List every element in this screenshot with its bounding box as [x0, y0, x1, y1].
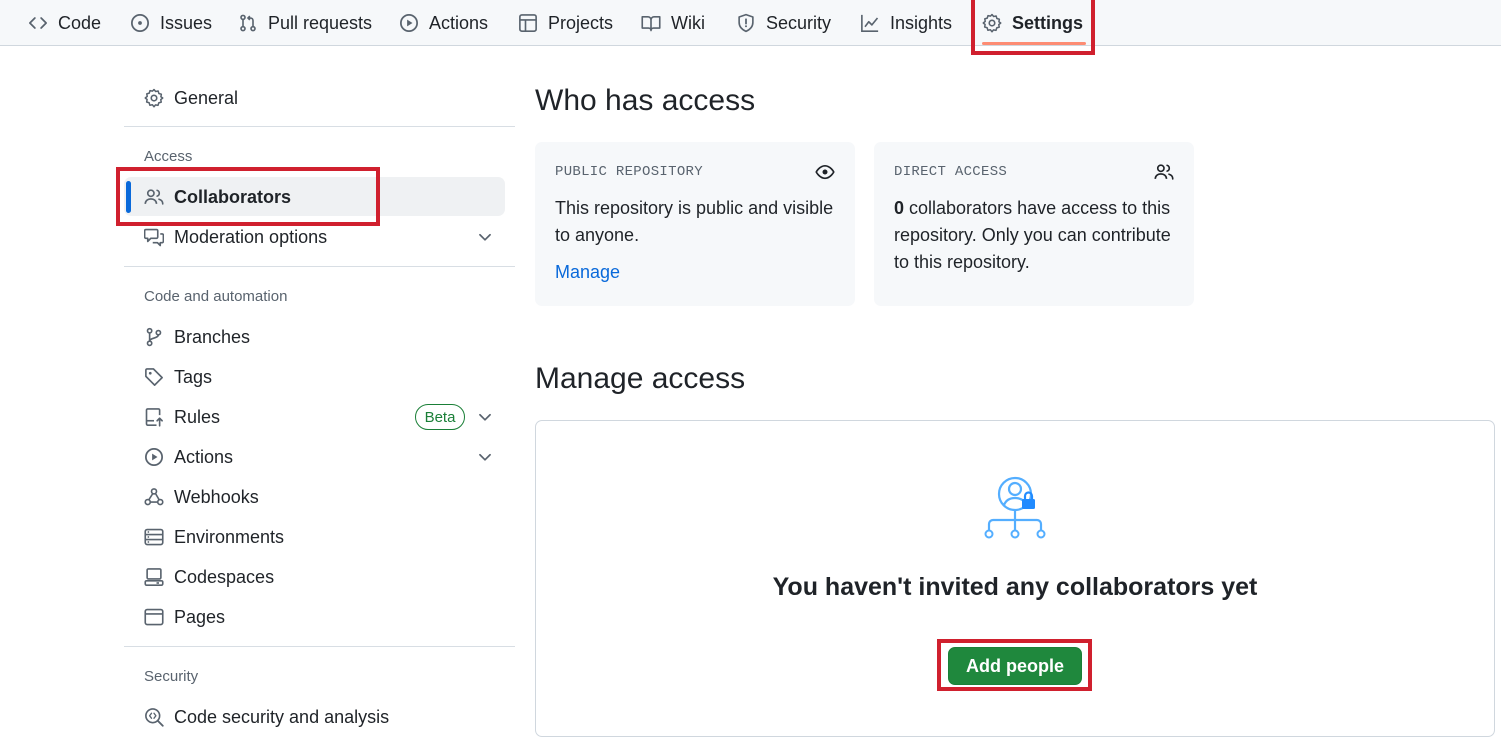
- sidebar-item-code-security[interactable]: Code security and analysis: [144, 699, 504, 735]
- play-icon: [399, 13, 419, 33]
- sidebar-item-label: Code security and analysis: [174, 706, 390, 727]
- sidebar-item-label: Codespaces: [174, 566, 275, 587]
- tab-label: Code: [58, 12, 102, 33]
- sidebar-item-branches[interactable]: Branches: [144, 319, 504, 355]
- chevron-down-icon[interactable]: [476, 408, 494, 426]
- manage-link[interactable]: Manage: [555, 262, 620, 283]
- direct-access-card: DIRECT ACCESS 0 collaborators have acces…: [874, 142, 1194, 306]
- eye-icon: [815, 164, 835, 180]
- sidebar-item-webhooks[interactable]: Webhooks: [144, 479, 504, 515]
- beta-badge: Beta: [415, 404, 465, 430]
- collaborator-count: 0: [894, 198, 905, 218]
- who-has-access-title: Who has access: [535, 84, 756, 117]
- sidebar-item-label: Moderation options: [174, 226, 328, 247]
- tab-code[interactable]: Code: [28, 0, 101, 46]
- repo-push-icon: [144, 407, 164, 427]
- tab-actions[interactable]: Actions: [399, 0, 488, 46]
- sidebar-heading-access: Access: [144, 148, 193, 165]
- sidebar-item-tags[interactable]: Tags: [144, 359, 504, 395]
- public-repository-card: PUBLIC REPOSITORY This repository is pub…: [535, 142, 855, 306]
- sidebar-item-environments[interactable]: Environments: [144, 519, 504, 555]
- comment-discussion-icon: [144, 227, 164, 247]
- tab-label: Pull requests: [268, 12, 373, 33]
- sidebar-divider: [124, 646, 515, 647]
- table-icon: [518, 13, 538, 33]
- tab-label: Projects: [548, 12, 614, 33]
- tab-issues[interactable]: Issues: [130, 0, 212, 46]
- highlight-collaborators: [116, 167, 380, 226]
- tab-label: Issues: [160, 12, 213, 33]
- card-label: PUBLIC REPOSITORY: [555, 164, 703, 180]
- sidebar-item-label: Environments: [174, 526, 285, 547]
- sidebar-item-label: Branches: [174, 326, 251, 347]
- sidebar-item-moderation[interactable]: Moderation options: [144, 219, 504, 255]
- graph-icon: [860, 13, 880, 33]
- branch-icon: [144, 327, 164, 347]
- sidebar-heading-security: Security: [144, 668, 199, 685]
- webhook-icon: [144, 487, 164, 507]
- sidebar-item-label: Rules: [174, 406, 221, 427]
- pull-request-icon: [238, 13, 258, 33]
- highlight-settings-tab: [971, 0, 1095, 55]
- tab-insights[interactable]: Insights: [860, 0, 952, 46]
- tab-wiki[interactable]: Wiki: [641, 0, 705, 46]
- repo-nav: Code Issues Pull requests Actions Projec…: [0, 0, 1501, 46]
- tab-projects[interactable]: Projects: [518, 0, 613, 46]
- gear-icon: [144, 88, 164, 108]
- tab-label: Actions: [429, 12, 489, 33]
- browser-icon: [144, 607, 164, 627]
- card-label: DIRECT ACCESS: [894, 164, 1008, 180]
- sidebar-item-general[interactable]: General: [144, 80, 504, 116]
- tab-label: Security: [766, 12, 832, 33]
- sidebar-item-label: Pages: [174, 606, 226, 627]
- sidebar-divider: [124, 266, 515, 267]
- tab-security[interactable]: Security: [736, 0, 831, 46]
- chevron-down-icon[interactable]: [476, 448, 494, 466]
- highlight-add-people: [937, 639, 1092, 691]
- empty-state-title: You haven't invited any collaborators ye…: [772, 573, 1258, 601]
- sidebar-heading-code-automation: Code and automation: [144, 288, 288, 305]
- tab-pull-requests[interactable]: Pull requests: [238, 0, 372, 46]
- manage-access-title: Manage access: [535, 362, 746, 395]
- tab-label: Wiki: [671, 12, 705, 33]
- sidebar-item-pages[interactable]: Pages: [144, 599, 504, 635]
- person-lock-icon: [984, 476, 1046, 539]
- card-text: This repository is public and visible to…: [555, 198, 834, 245]
- issue-icon: [130, 13, 150, 33]
- sidebar-divider: [124, 126, 515, 127]
- book-icon: [641, 13, 661, 33]
- sidebar-item-codespaces[interactable]: Codespaces: [144, 559, 504, 595]
- card-text: 0 collaborators have access to this repo…: [894, 195, 1184, 276]
- codescan-icon: [144, 707, 164, 727]
- codespaces-icon: [144, 567, 164, 587]
- sidebar-item-label: Actions: [174, 446, 234, 467]
- tag-icon: [144, 367, 164, 387]
- chevron-down-icon[interactable]: [476, 228, 494, 246]
- play-icon: [144, 447, 164, 467]
- people-icon: [1154, 164, 1174, 180]
- shield-icon: [736, 13, 756, 33]
- tab-label: Insights: [890, 12, 953, 33]
- sidebar-item-label: General: [174, 87, 239, 108]
- sidebar-item-label: Webhooks: [174, 486, 259, 507]
- code-icon: [28, 13, 48, 33]
- direct-access-text: collaborators have access to this reposi…: [894, 198, 1171, 272]
- sidebar-item-actions[interactable]: Actions: [144, 439, 504, 475]
- sidebar-item-label: Tags: [174, 366, 213, 387]
- server-icon: [144, 527, 164, 547]
